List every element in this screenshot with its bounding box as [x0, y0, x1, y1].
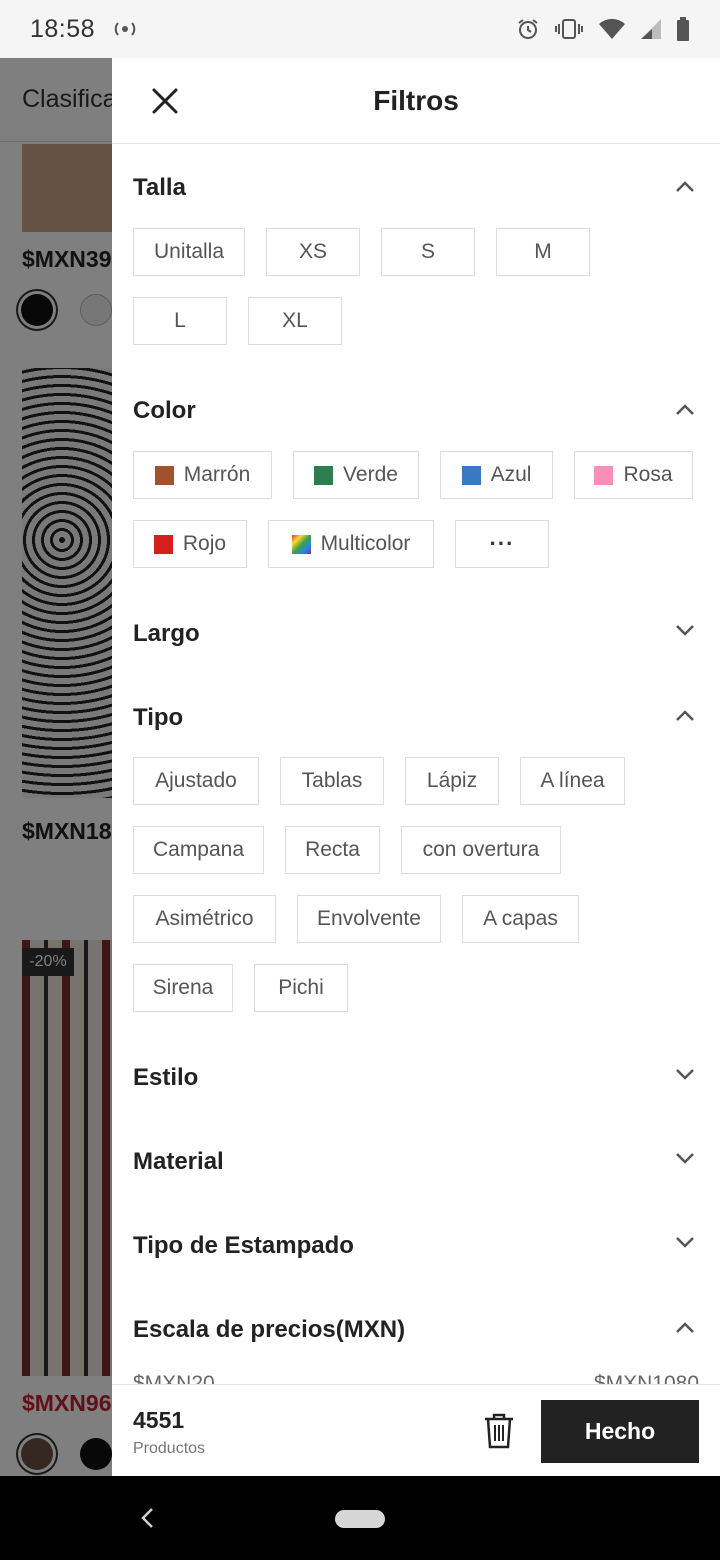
- section-title-estampado[interactable]: Tipo de Estampado: [133, 1232, 354, 1260]
- chevron-up-icon[interactable]: [674, 179, 696, 193]
- type-option[interactable]: A capas: [462, 895, 579, 943]
- type-option[interactable]: Tablas: [280, 757, 384, 805]
- clear-filters-button[interactable]: [482, 1413, 516, 1449]
- section-title-estilo[interactable]: Estilo: [133, 1064, 198, 1092]
- chevron-down-icon[interactable]: [674, 1068, 696, 1082]
- panel-title: Filtros: [373, 85, 459, 116]
- type-option[interactable]: Asimétrico: [133, 895, 276, 943]
- section-title-material[interactable]: Material: [133, 1148, 224, 1176]
- battery-icon: [676, 17, 690, 41]
- chevron-up-icon[interactable]: [674, 1320, 696, 1334]
- size-option[interactable]: L: [133, 297, 227, 345]
- color-option-label: Multicolor: [320, 532, 411, 555]
- done-button[interactable]: Hecho: [541, 1400, 699, 1463]
- chevron-down-icon[interactable]: [674, 624, 696, 638]
- type-option[interactable]: Recta: [285, 826, 380, 874]
- section-title-precios[interactable]: Escala de precios(MXN): [133, 1316, 405, 1344]
- color-option-azul[interactable]: Azul: [440, 451, 553, 499]
- color-option-rosa[interactable]: Rosa: [574, 451, 693, 499]
- product-count: 4551: [133, 1407, 185, 1433]
- color-swatch: [291, 534, 311, 554]
- more-colors-button[interactable]: ···: [455, 520, 549, 568]
- section-title-tipo[interactable]: Tipo: [133, 704, 183, 732]
- color-option-verde[interactable]: Verde: [293, 451, 419, 499]
- color-swatch: [153, 534, 173, 554]
- status-time: 18:58: [30, 14, 96, 43]
- section-title-talla[interactable]: Talla: [133, 174, 186, 202]
- color-swatch: [314, 465, 334, 485]
- color-option-marron[interactable]: Marrón: [133, 451, 272, 499]
- color-option-multicolor[interactable]: Multicolor: [268, 520, 434, 568]
- size-option[interactable]: XS: [266, 228, 360, 276]
- color-option-label: Rojo: [182, 532, 227, 555]
- size-option[interactable]: XL: [248, 297, 342, 345]
- panel-header: Filtros: [112, 58, 720, 144]
- color-option-rojo[interactable]: Rojo: [133, 520, 247, 568]
- hotspot-icon: [113, 20, 137, 38]
- color-swatch: [461, 465, 481, 485]
- color-option-label: Rosa: [623, 463, 673, 486]
- filter-footer: 4551 Productos Hecho: [112, 1384, 720, 1476]
- filter-panel: Filtros Talla Unitalla XS S M L XL Color…: [112, 58, 720, 1476]
- status-bar: 18:58: [0, 0, 720, 58]
- system-nav-bar: [0, 1476, 720, 1560]
- color-option-label: Verde: [343, 463, 398, 486]
- chevron-down-icon[interactable]: [674, 1236, 696, 1250]
- color-option-label: Azul: [490, 463, 532, 486]
- trash-icon: [485, 1413, 513, 1449]
- color-swatch: [594, 465, 614, 485]
- section-title-color[interactable]: Color: [133, 397, 196, 425]
- more-icon: ···: [489, 531, 515, 556]
- back-icon[interactable]: [138, 1506, 158, 1530]
- section-title-largo[interactable]: Largo: [133, 620, 200, 648]
- chevron-up-icon[interactable]: [674, 708, 696, 722]
- vibrate-icon: [554, 18, 584, 40]
- color-swatch: [154, 465, 174, 485]
- alarm-icon: [516, 17, 540, 41]
- size-option[interactable]: S: [381, 228, 475, 276]
- color-option-label: Marrón: [183, 463, 251, 486]
- home-pill[interactable]: [335, 1510, 385, 1528]
- type-option[interactable]: con overtura: [401, 826, 561, 874]
- chevron-up-icon[interactable]: [674, 402, 696, 416]
- type-option[interactable]: Lápiz: [405, 757, 499, 805]
- type-option[interactable]: A línea: [520, 757, 625, 805]
- size-option[interactable]: Unitalla: [133, 228, 245, 276]
- size-option[interactable]: M: [496, 228, 590, 276]
- type-option[interactable]: Sirena: [133, 964, 233, 1012]
- type-option[interactable]: Pichi: [254, 964, 348, 1012]
- chevron-down-icon[interactable]: [674, 1152, 696, 1166]
- type-option[interactable]: Envolvente: [297, 895, 441, 943]
- type-option[interactable]: Campana: [133, 826, 264, 874]
- type-option[interactable]: Ajustado: [133, 757, 259, 805]
- product-count-label: Productos: [133, 1440, 206, 1457]
- signal-icon: [640, 18, 662, 40]
- wifi-icon: [598, 18, 626, 40]
